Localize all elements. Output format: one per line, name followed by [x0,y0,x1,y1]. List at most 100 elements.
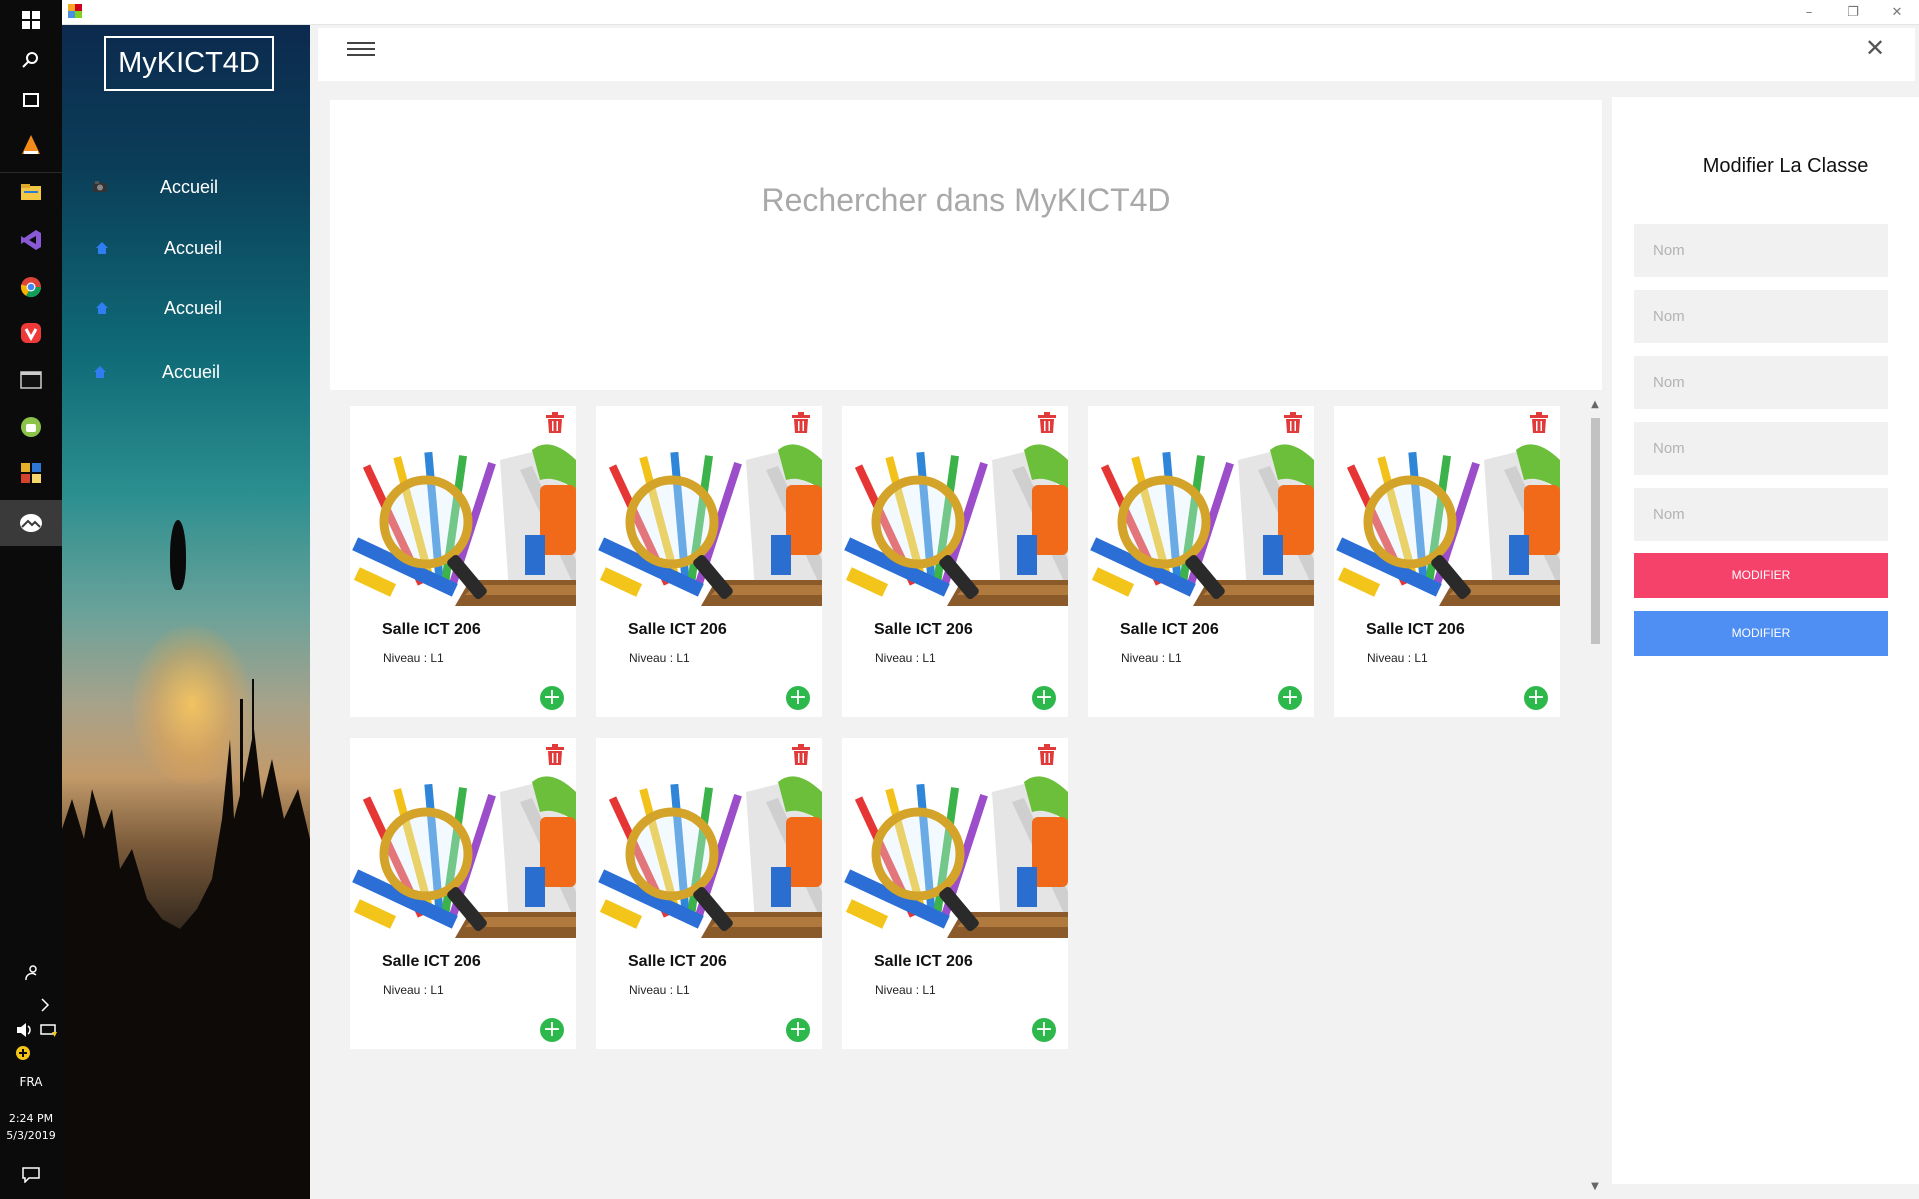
window-titlebar: – ❐ ✕ [62,0,1919,25]
name-field-4[interactable] [1634,422,1888,475]
search-panel [330,100,1602,390]
app-window-icon [68,4,82,18]
level-label: Niveau : [875,651,920,665]
language-indicator[interactable]: FRA [0,1075,62,1089]
name-field-5[interactable] [1634,488,1888,541]
sidebar-item-label: Accueil [160,176,219,197]
class-card[interactable]: Salle ICT 206 Niveau : L1 + [596,738,822,1049]
sidebar-item-accueil-1[interactable]: Accueil [62,167,310,207]
file-explorer-icon[interactable] [16,177,46,207]
trash-icon[interactable] [1038,412,1056,434]
network-icon[interactable] [34,1015,64,1045]
scroll-up-arrow-icon[interactable]: ▲ [1587,398,1603,412]
class-card[interactable]: Salle ICT 206 Niveau : L1 + [842,738,1068,1049]
vertical-scrollbar[interactable]: ▲ ▼ [1587,398,1603,1194]
update-icon[interactable] [8,1038,38,1068]
trash-icon[interactable] [1530,412,1548,434]
add-icon[interactable]: + [1032,1018,1056,1042]
class-card[interactable]: Salle ICT 206 Niveau : L1 + [1088,406,1314,717]
scroll-down-arrow-icon[interactable]: ▼ [1587,1180,1603,1194]
image-viewer-icon[interactable] [16,458,46,488]
people-icon[interactable] [16,958,46,988]
scrollbar-thumb[interactable] [1591,418,1600,644]
class-illustration [350,440,576,606]
minimize-button[interactable]: – [1787,0,1831,25]
class-level: Niveau : L1 [875,651,936,665]
add-icon[interactable]: + [786,1018,810,1042]
level-label: Niveau : [629,651,674,665]
home-icon [94,300,110,316]
task-view-icon[interactable] [16,85,46,115]
level-value: L1 [430,983,444,997]
modify-button-secondary[interactable]: MODIFIER [1634,611,1888,656]
window-close-button[interactable]: ✕ [1875,0,1919,25]
name-field-1[interactable] [1634,224,1888,277]
vlc-icon[interactable] [16,130,46,160]
level-label: Niveau : [875,983,920,997]
tree-silhouette [62,679,310,1199]
app-logo[interactable]: MyKICT4D [104,36,274,91]
sidebar-item-accueil-3[interactable]: Accueil [62,288,310,328]
class-name: Salle ICT 206 [1366,621,1465,638]
trash-icon[interactable] [792,744,810,766]
home-icon [92,364,108,380]
trash-icon[interactable] [792,412,810,434]
form-title: Modifier La Classe [1702,155,1869,177]
class-card[interactable]: Salle ICT 206 Niveau : L1 + [1334,406,1560,717]
android-icon[interactable] [16,412,46,442]
level-value: L1 [1168,651,1182,665]
class-illustration [842,772,1068,938]
windows-start-icon[interactable] [16,5,46,35]
trash-icon[interactable] [546,412,564,434]
trash-icon[interactable] [1038,744,1056,766]
modify-button-primary[interactable]: MODIFIER [1634,553,1888,598]
sidebar-item-accueil-4[interactable]: Accueil [62,352,310,392]
sidebar-item-accueil-2[interactable]: Accueil [62,228,310,268]
notification-icon[interactable] [16,1160,46,1190]
class-card[interactable]: Salle ICT 206 Niveau : L1 + [350,738,576,1049]
clock-time[interactable]: 2:24 PM [0,1112,62,1125]
class-name: Salle ICT 206 [382,621,481,638]
hamburger-menu-icon[interactable] [347,38,377,60]
top-bar: ✕ [318,28,1915,81]
class-illustration [1088,440,1314,606]
level-value: L1 [1414,651,1428,665]
name-field-3[interactable] [1634,356,1888,409]
level-label: Niveau : [383,983,428,997]
trash-icon[interactable] [1284,412,1302,434]
search-icon[interactable] [16,45,46,75]
class-card[interactable]: Salle ICT 206 Niveau : L1 + [842,406,1068,717]
trash-icon[interactable] [546,744,564,766]
vivaldi-icon[interactable] [16,318,46,348]
add-icon[interactable]: + [540,1018,564,1042]
sidebar-item-label: Accueil [164,297,223,318]
close-icon[interactable]: ✕ [1863,36,1887,60]
clock-date[interactable]: 5/3/2019 [0,1129,62,1142]
main-content: ✕ Rechercher dans MyKICT4D Salle ICT 206… [310,25,1919,1199]
search-input[interactable] [330,170,1602,230]
class-name: Salle ICT 206 [382,953,481,970]
app-icon [92,179,108,195]
class-level: Niveau : L1 [1367,651,1428,665]
add-icon[interactable]: + [1524,686,1548,710]
class-card[interactable]: Salle ICT 206 Niveau : L1 + [596,406,822,717]
sidebar-item-label: Accueil [162,361,221,382]
add-icon[interactable]: + [540,686,564,710]
photos-app-icon[interactable] [16,508,46,538]
level-label: Niveau : [383,651,428,665]
chrome-icon[interactable] [16,272,46,302]
visual-studio-icon[interactable] [16,225,46,255]
name-field-2[interactable] [1634,290,1888,343]
terminal-icon[interactable] [16,365,46,395]
class-level: Niveau : L1 [383,983,444,997]
sidebar-item-label: Accueil [164,237,223,258]
class-illustration [596,772,822,938]
add-icon[interactable]: + [1278,686,1302,710]
add-icon[interactable]: + [786,686,810,710]
level-value: L1 [430,651,444,665]
restore-button[interactable]: ❐ [1831,0,1875,25]
class-card[interactable]: Salle ICT 206 Niveau : L1 + [350,406,576,717]
edit-class-panel: Modifier La Classe MODIFIER MODIFIER [1612,97,1919,1184]
level-value: L1 [922,651,936,665]
add-icon[interactable]: + [1032,686,1056,710]
